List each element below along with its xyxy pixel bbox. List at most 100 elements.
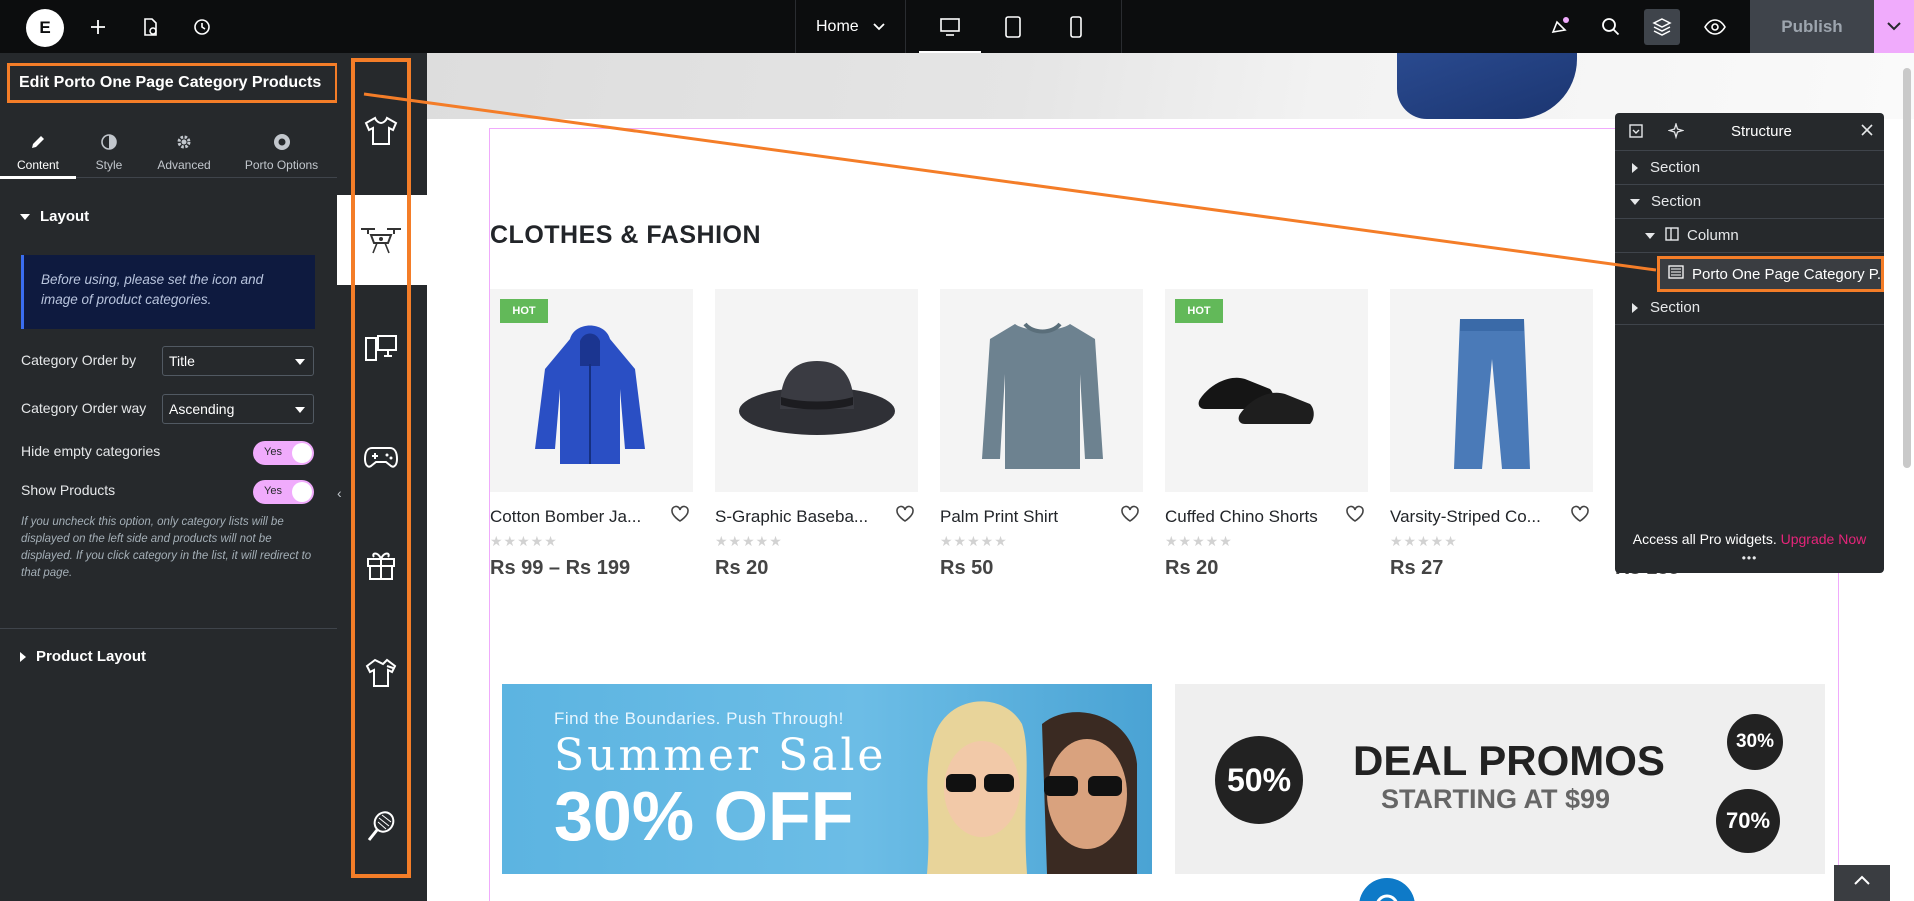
mobile-icon[interactable]	[1045, 0, 1107, 53]
product-name[interactable]: Cotton Bomber Ja...	[490, 507, 660, 527]
wishlist-heart-icon[interactable]	[1345, 505, 1365, 528]
footer-text: Access all Pro widgets.	[1632, 531, 1777, 547]
models-image	[927, 701, 1137, 874]
product-image[interactable]	[715, 289, 918, 492]
product-price: Rs 99 – Rs 199	[490, 557, 631, 579]
wishlist-heart-icon[interactable]	[670, 505, 690, 528]
product-image[interactable]	[940, 289, 1143, 492]
loading-spinner-icon	[1359, 878, 1415, 901]
product-name[interactable]: Cuffed Chino Shorts	[1165, 507, 1335, 527]
divider	[905, 0, 906, 53]
close-icon[interactable]	[1860, 123, 1874, 142]
banner-tagline: Find the Boundaries. Push Through!	[554, 709, 844, 728]
show-products-toggle[interactable]: Yes	[253, 480, 314, 504]
structure-item-section[interactable]: Section	[1615, 291, 1884, 325]
chevron-down-icon	[1887, 22, 1901, 31]
show-products-label: Show Products	[21, 482, 116, 498]
porto-icon	[273, 132, 291, 152]
structure-item-widget-selected[interactable]: Porto One Page Category P...	[1657, 256, 1884, 292]
order-by-label: Category Order by	[21, 352, 137, 368]
structure-item-label: Section	[1650, 299, 1701, 316]
product-name[interactable]: Palm Print Shirt	[940, 507, 1110, 527]
divider	[1121, 0, 1122, 53]
product-card[interactable]: Varsity-Striped Co... ★★★★★ Rs 27	[1390, 289, 1593, 579]
ai-sparkle-icon[interactable]	[1667, 121, 1685, 144]
discount-badge: 30%	[1727, 714, 1783, 770]
page-name: Home	[816, 17, 859, 35]
product-name[interactable]: S-Graphic Baseba...	[715, 507, 885, 527]
rating-stars: ★★★★★	[490, 533, 558, 549]
product-card[interactable]: HOT Cotton Bomber Ja... ★★★★★ Rs 99 – Rs…	[490, 289, 693, 579]
product-price: Rs 20	[715, 557, 769, 579]
product-price: Rs 27	[1390, 557, 1444, 579]
upgrade-footer: Access all Pro widgets. Upgrade Now •••	[1615, 531, 1884, 565]
product-card[interactable]: S-Graphic Baseba... ★★★★★ Rs 20	[715, 289, 918, 579]
tablet-icon[interactable]	[982, 0, 1044, 53]
caret-down-icon	[295, 359, 305, 365]
badge-percent: 70%	[1725, 808, 1771, 833]
banner-title: DEAL PROMOS	[1353, 737, 1665, 784]
structure-item-label: Porto One Page Category P...	[1692, 265, 1884, 283]
discount-badge: 70%	[1716, 789, 1780, 853]
scroll-to-top-button[interactable]	[1834, 865, 1890, 901]
rating-stars: ★★★★★	[1390, 533, 1458, 549]
tab-style[interactable]: Style	[76, 118, 142, 178]
gear-icon	[176, 132, 192, 152]
publish-options-button[interactable]	[1874, 0, 1914, 53]
chevron-down-icon	[873, 22, 885, 30]
search-icon[interactable]	[1593, 0, 1629, 53]
product-card[interactable]: Palm Print Shirt ★★★★★ Rs 50	[940, 289, 1143, 579]
tab-porto-options[interactable]: Porto Options	[226, 118, 337, 178]
collapse-panel-icon[interactable]: ‹	[337, 485, 347, 505]
product-image[interactable]: HOT	[490, 289, 693, 492]
elementor-logo-icon[interactable]: E	[26, 9, 64, 47]
add-icon[interactable]	[80, 0, 116, 53]
page-select[interactable]: Home	[796, 0, 904, 53]
page-settings-icon[interactable]	[132, 0, 168, 53]
order-by-select[interactable]: Title	[162, 346, 314, 376]
wishlist-heart-icon[interactable]	[895, 505, 915, 528]
product-image[interactable]	[1390, 289, 1593, 492]
structure-item-section[interactable]: Section	[1615, 151, 1884, 185]
upgrade-link[interactable]: Upgrade Now	[1781, 531, 1867, 547]
rating-stars: ★★★★★	[1165, 533, 1233, 549]
resize-handle-icon[interactable]: •••	[1615, 551, 1884, 565]
structure-icon[interactable]	[1644, 9, 1680, 45]
structure-item-label: Column	[1687, 227, 1739, 244]
whats-new-icon[interactable]	[1542, 0, 1578, 53]
summer-sale-banner[interactable]: Find the Boundaries. Push Through! Summe…	[502, 684, 1152, 874]
page-scrollbar[interactable]	[1903, 68, 1911, 468]
deal-promos-banner[interactable]: 50% DEAL PROMOS STARTING AT $99 30% 70%	[1175, 684, 1825, 874]
history-icon[interactable]	[184, 0, 220, 53]
order-way-select[interactable]: Ascending	[162, 394, 314, 424]
tab-content[interactable]: Content	[0, 118, 76, 179]
section-layout-toggle[interactable]: Layout	[20, 208, 89, 225]
product-name[interactable]: Varsity-Striped Co...	[1390, 507, 1560, 527]
rating-stars: ★★★★★	[715, 533, 783, 549]
hero-image	[1397, 53, 1577, 119]
wishlist-heart-icon[interactable]	[1120, 505, 1140, 528]
discount-badge: 50%	[1215, 736, 1303, 824]
category-icon-sidebar: ‹	[337, 53, 427, 901]
structure-item-column[interactable]: Column	[1615, 219, 1884, 253]
section-title: Layout	[40, 208, 90, 225]
product-card[interactable]: HOT Cuffed Chino Shorts ★★★★★ Rs 20	[1165, 289, 1368, 579]
desktop-icon[interactable]	[919, 0, 981, 53]
section-product-layout-toggle[interactable]: Product Layout	[20, 648, 146, 665]
wishlist-heart-icon[interactable]	[1570, 505, 1590, 528]
hot-badge: HOT	[1175, 299, 1223, 323]
caret-down-icon	[295, 407, 305, 413]
publish-button[interactable]: Publish	[1750, 0, 1874, 53]
widget-icon	[1668, 265, 1684, 283]
hide-empty-toggle[interactable]: Yes	[253, 441, 314, 465]
collapse-icon[interactable]	[1629, 124, 1643, 143]
product-price: Rs 50	[940, 557, 994, 579]
product-image[interactable]: HOT	[1165, 289, 1368, 492]
tab-advanced[interactable]: Advanced	[142, 118, 226, 178]
structure-item-section[interactable]: Section	[1615, 185, 1884, 219]
caret-right-icon	[1632, 302, 1638, 313]
tab-label: Porto Options	[244, 158, 319, 172]
tab-label: Advanced	[157, 158, 211, 172]
toggle-knob	[292, 482, 312, 502]
preview-icon[interactable]	[1697, 0, 1733, 53]
